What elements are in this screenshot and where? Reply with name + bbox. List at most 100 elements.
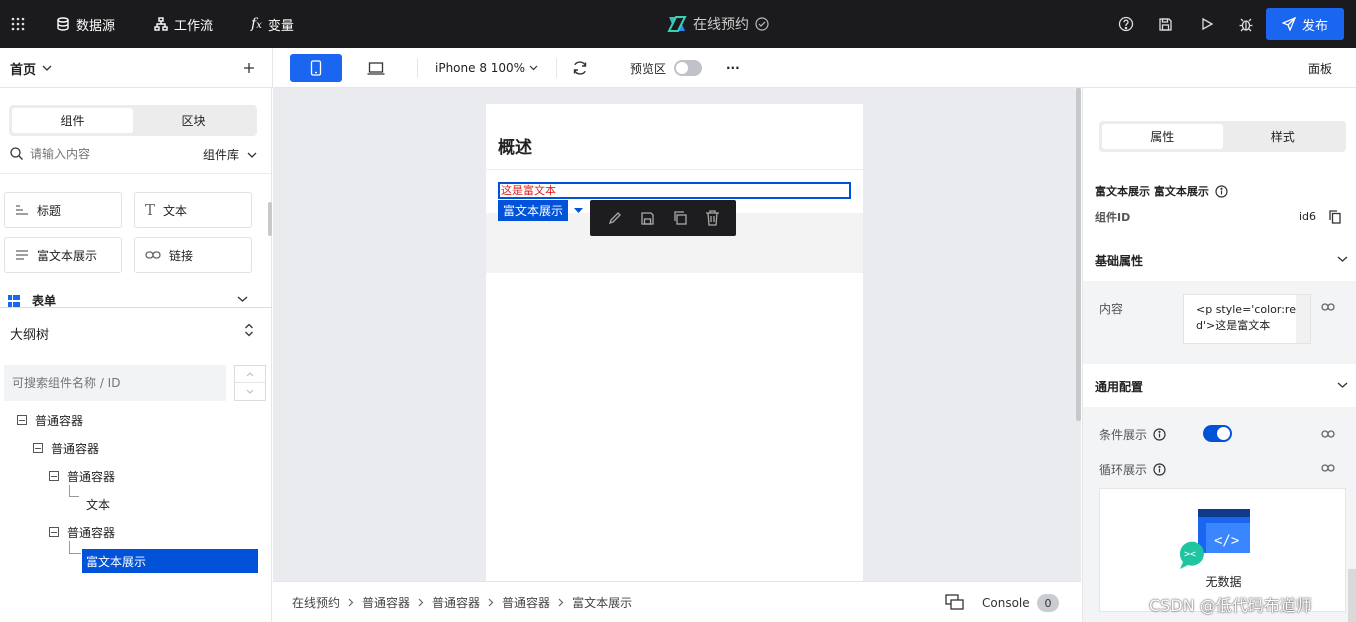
component-label: 文本 (163, 203, 188, 218)
edit-pencil-icon[interactable] (607, 210, 623, 226)
content-textarea[interactable]: <p style='color:red'>这是富文本 (1183, 294, 1311, 344)
common-config-header[interactable]: 通用配置 (1095, 378, 1143, 395)
selection-tag[interactable]: 富文本展示 (498, 200, 568, 221)
help-icon[interactable] (1118, 0, 1134, 48)
component-search-input[interactable] (30, 144, 190, 164)
info-icon[interactable] (1153, 428, 1166, 441)
breadcrumb-item[interactable]: 富文本展示 (572, 594, 632, 611)
play-icon[interactable] (1200, 0, 1214, 48)
workflow-menu[interactable]: 工作流 (154, 0, 213, 48)
textarea-scrollbar[interactable] (1296, 295, 1310, 343)
tab-properties[interactable]: 属性 (1102, 124, 1223, 149)
refresh-icon[interactable] (572, 48, 588, 88)
tree-node-selected[interactable]: 富文本展示 (82, 549, 258, 573)
device-selector[interactable]: iPhone 8 100% (435, 48, 538, 88)
app-title: 在线预约 (667, 0, 769, 48)
bind-link-icon[interactable] (1321, 463, 1335, 473)
apps-grid-icon[interactable] (10, 0, 26, 48)
content-label: 内容 (1099, 302, 1124, 316)
collapse-icon[interactable] (49, 471, 59, 481)
console-label[interactable]: Console (982, 582, 1030, 622)
collapse-icon[interactable] (33, 443, 43, 453)
bug-icon[interactable] (1238, 0, 1254, 48)
page-name: 首页 (10, 62, 37, 78)
preview-toggle[interactable]: 预览区 (630, 48, 703, 88)
component-text[interactable]: T 文本 (134, 192, 252, 228)
console-screens-icon[interactable] (945, 594, 965, 610)
copy-icon[interactable] (672, 210, 688, 226)
toggle-switch-off[interactable] (674, 60, 703, 76)
breadcrumb-item[interactable]: 在线预约 (292, 594, 340, 611)
chevron-down-icon[interactable] (237, 296, 248, 302)
tree-node-label: 普通容器 (35, 413, 84, 428)
tree-node[interactable]: 普通容器 (17, 409, 83, 431)
selected-richtext[interactable]: 这是富文本 (498, 182, 851, 199)
breadcrumb-item[interactable]: 普通容器 (362, 594, 410, 611)
tab-components[interactable]: 组件 (12, 108, 133, 133)
info-icon[interactable] (1215, 184, 1228, 198)
tree-connector (69, 541, 81, 554)
breadcrumb-item[interactable]: 普通容器 (502, 594, 550, 611)
left-panel: 组件 区块 组件库 标题 T 文本 富文本展示 链接 表单 大纲树 普通容器 普… (0, 88, 272, 622)
datasource-menu[interactable]: 数据源 (56, 0, 115, 48)
component-link[interactable]: 链接 (134, 237, 252, 273)
window-scrollbar[interactable] (1348, 569, 1356, 622)
chevron-up-icon[interactable] (235, 366, 265, 383)
tree-node[interactable]: 文本 (86, 493, 110, 515)
save-block-icon[interactable] (640, 211, 655, 226)
copy-icon[interactable] (1329, 210, 1341, 224)
add-page-icon[interactable] (243, 48, 255, 88)
outline-search-input[interactable] (4, 365, 226, 401)
library-label: 组件库 (203, 148, 240, 162)
component-action-toolbar (590, 200, 736, 236)
preview-label: 预览区 (630, 61, 667, 76)
save-icon[interactable] (1158, 0, 1173, 48)
phone-preview: 概述 这是富文本 富文本展示 (486, 104, 863, 581)
tree-node[interactable]: 普通容器 (49, 465, 115, 487)
cond-show-toggle[interactable] (1203, 425, 1232, 442)
divider (272, 48, 273, 88)
bind-link-icon[interactable] (1321, 429, 1335, 439)
trash-icon[interactable] (705, 210, 720, 226)
top-bar: 数据源 工作流 fx 变量 在线预约 发布 (0, 0, 1356, 48)
tree-node-label: 普通容器 (51, 441, 100, 456)
bind-link-icon[interactable] (1321, 302, 1335, 312)
canvas-scrollbar[interactable] (1076, 88, 1081, 421)
breadcrumb-item[interactable]: 普通容器 (432, 594, 480, 611)
watermark: CSDN @低代码布道师 (1149, 596, 1312, 615)
tree-connector (69, 485, 79, 497)
collapse-icon[interactable] (49, 527, 59, 537)
desktop-view-button[interactable] (362, 54, 390, 82)
panel-button[interactable]: 面板 (1308, 48, 1332, 88)
basic-props-header[interactable]: 基础属性 (1095, 252, 1143, 269)
library-selector[interactable]: 组件库 (203, 146, 257, 163)
workflow-label: 工作流 (174, 18, 214, 34)
info-icon[interactable] (1153, 463, 1166, 476)
database-icon (56, 17, 70, 31)
tree-node[interactable]: 普通容器 (49, 521, 115, 543)
component-richtext[interactable]: 富文本展示 (4, 237, 122, 273)
tree-node[interactable]: 普通容器 (33, 437, 99, 459)
component-heading[interactable]: 标题 (4, 192, 122, 228)
chevron-down-icon[interactable] (235, 383, 265, 400)
mobile-view-button[interactable] (290, 54, 342, 82)
collapse-icon[interactable] (17, 415, 27, 425)
more-icon[interactable]: ··· (726, 48, 740, 88)
collapse-expand-icon[interactable] (244, 323, 254, 337)
page-selector[interactable]: 首页 (10, 48, 52, 88)
id-label: 组件ID (1095, 211, 1131, 224)
chevron-right-icon (418, 598, 424, 607)
page-heading[interactable]: 概述 (498, 133, 532, 158)
tree-node-label: 富文本展示 (86, 554, 147, 569)
caret-down-icon[interactable] (568, 200, 588, 221)
chevron-down-icon[interactable] (1337, 382, 1348, 388)
tab-styles[interactable]: 样式 (1223, 124, 1344, 149)
scrollbar[interactable] (268, 202, 272, 236)
chevron-down-icon[interactable] (1337, 256, 1348, 262)
device-label: iPhone 8 100% (435, 61, 526, 75)
search-icon (10, 147, 23, 160)
variable-menu[interactable]: fx 变量 (251, 0, 294, 48)
tab-blocks[interactable]: 区块 (133, 108, 254, 133)
publish-button[interactable]: 发布 (1266, 8, 1344, 40)
outline-stepper[interactable] (234, 365, 266, 401)
